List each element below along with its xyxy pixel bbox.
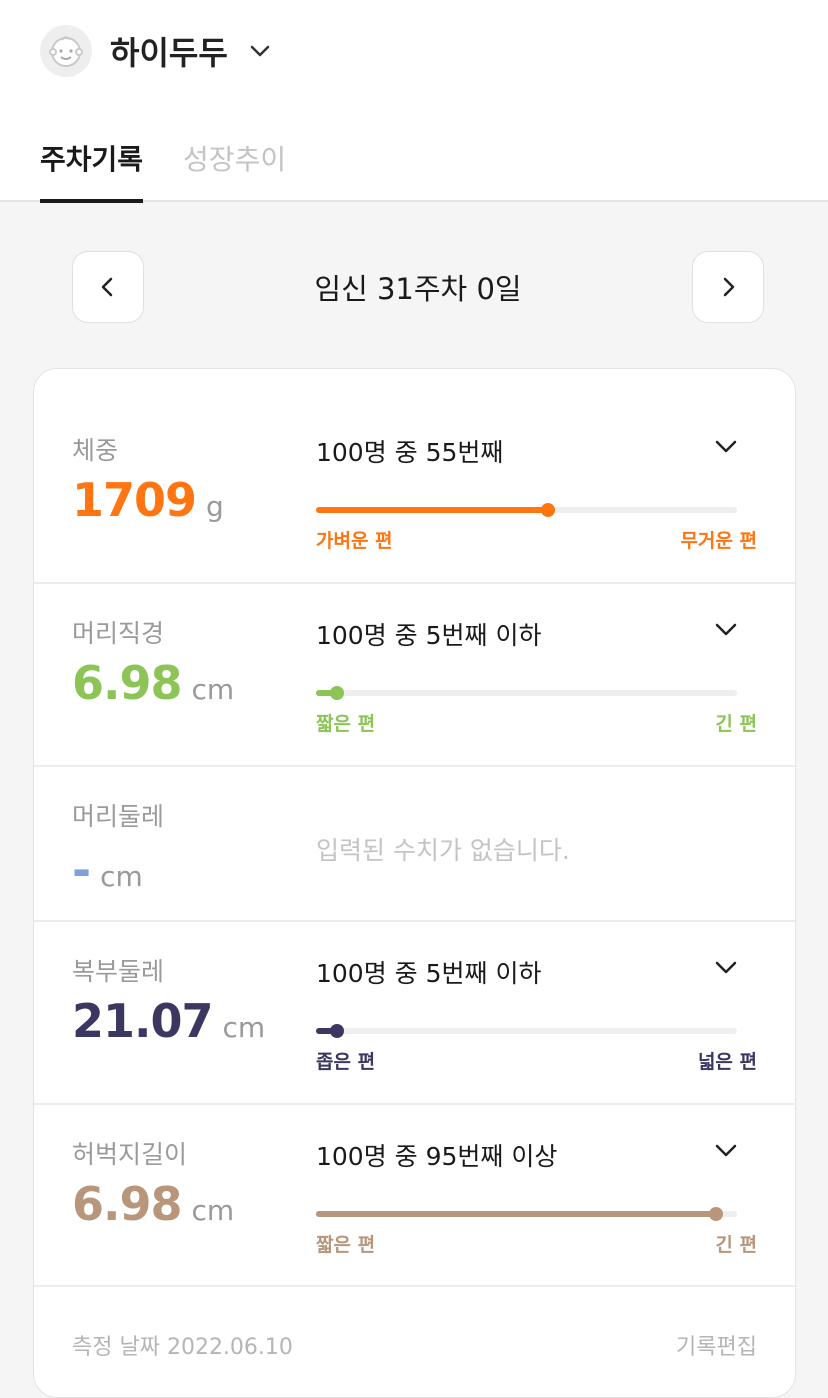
metric-value: 6.98 cm [72,1177,234,1231]
value-unit: cm [191,1194,235,1227]
metric-name: 머리직경 [72,619,165,648]
percentile-rank: 100명 중 5번째 이하 [316,959,542,988]
slider-fill [316,1211,716,1217]
chevron-left-icon [101,277,113,297]
metric-row-weight: 체중 1709 g 100명 중 55번째 가벼운 편 무거운 편 [34,369,795,584]
chevron-down-icon[interactable] [714,435,738,459]
scale-left-label: 좁은 편 [316,1051,376,1073]
percentile-slider [316,500,737,520]
scale-left-label: 가벼운 편 [316,530,393,552]
value-number: 6.98 [72,656,182,710]
percentile-slider [316,1021,737,1041]
value-unit: g [206,490,224,523]
week-label: 임신 31주차 0일 [314,272,522,306]
scale-right-label: 넓은 편 [697,1051,757,1073]
percentile-slider [316,683,737,703]
profile-selector[interactable]: 하이두두 [40,24,272,78]
slider-knob [708,1207,723,1221]
chevron-right-icon [723,277,735,297]
scale-right-label: 무거운 편 [680,530,757,552]
scale-left-label: 짧은 편 [316,713,376,735]
chevron-down-icon [248,39,272,63]
measure-date: 측정 날짜 2022.06.10 [72,1335,293,1360]
card-footer: 측정 날짜 2022.06.10 기록편집 [34,1287,795,1397]
metric-value: 1709 g [72,473,224,527]
value-unit: cm [100,860,143,893]
chevron-down-icon[interactable] [714,1139,738,1163]
prev-week-button[interactable] [72,251,144,323]
percentile-rank: 100명 중 95번째 이상 [316,1142,558,1171]
tab-bar: 주차기록 성장추이 [40,130,326,203]
value-number: - [72,843,91,897]
week-navigator: 임신 31주차 0일 [72,251,764,323]
slider-track [316,1028,737,1034]
value-number: 1709 [72,473,197,527]
slider-knob [540,503,555,517]
tab-growth-trend[interactable]: 성장추이 [183,130,286,202]
value-number: 21.07 [72,994,214,1048]
app-header: 하이두두 주차기록 성장추이 [0,0,828,203]
percentile-rank: 100명 중 5번째 이하 [316,621,542,650]
tab-weekly-record[interactable]: 주차기록 [40,130,144,203]
value-unit: cm [191,673,235,706]
metric-row-head-circumference: 머리둘레 - cm 입력된 수치가 없습니다. [34,767,795,922]
metric-row-femur-length: 허벅지길이 6.98 cm 100명 중 95번째 이상 짧은 편 긴 편 [34,1105,795,1287]
percentile-rank: 100명 중 55번째 [316,438,504,467]
value-number: 6.98 [72,1177,182,1231]
slider-knob [330,686,345,700]
chevron-down-icon[interactable] [714,956,738,980]
metric-value: 6.98 cm [72,656,234,710]
edit-record-button[interactable]: 기록편집 [676,1329,757,1361]
slider-knob [330,1024,345,1038]
next-week-button[interactable] [692,251,764,323]
slider-track [316,690,737,696]
metric-name: 체중 [72,436,119,465]
value-unit: cm [222,1011,266,1044]
metric-value: - cm [72,843,143,897]
baby-avatar-icon [40,25,92,77]
metric-name: 머리둘레 [72,802,165,831]
metric-row-head-diameter: 머리직경 6.98 cm 100명 중 5번째 이하 짧은 편 긴 편 [34,584,795,767]
no-data-message: 입력된 수치가 없습니다. [316,836,570,865]
metric-row-abdominal-circumference: 복부둘레 21.07 cm 100명 중 5번째 이하 좁은 편 넓은 편 [34,922,795,1105]
metric-name: 허벅지길이 [72,1140,188,1169]
metric-value: 21.07 cm [72,994,265,1048]
percentile-slider [316,1204,737,1224]
metric-name: 복부둘레 [72,957,165,986]
scale-right-label: 긴 편 [715,1234,757,1256]
scale-right-label: 긴 편 [715,713,757,735]
slider-fill [316,507,548,513]
measurement-card: 체중 1709 g 100명 중 55번째 가벼운 편 무거운 편 머리직경 6… [33,368,796,1398]
scale-left-label: 짧은 편 [316,1234,376,1256]
profile-name: 하이두두 [110,34,228,72]
chevron-down-icon[interactable] [714,618,738,642]
